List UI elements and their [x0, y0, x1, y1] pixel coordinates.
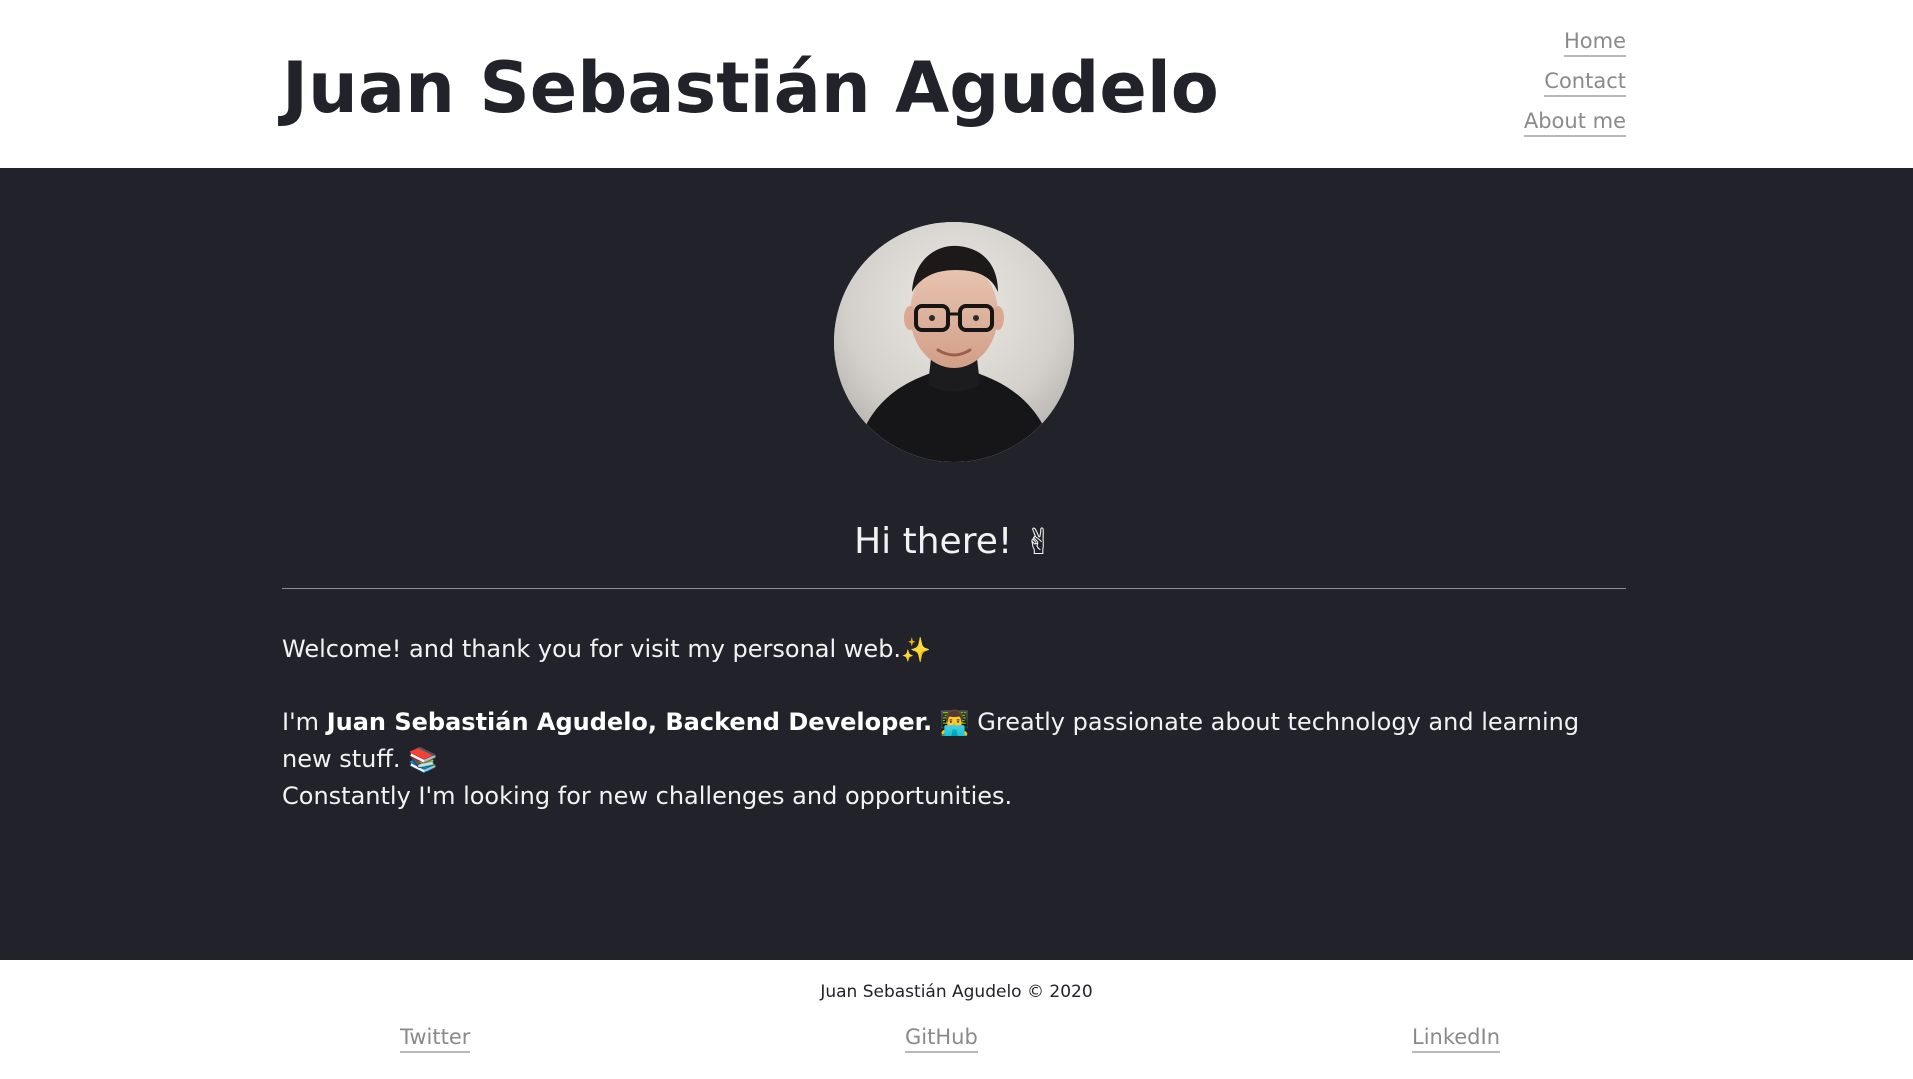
site-title: Juan Sebastián Agudelo [282, 47, 1219, 129]
bio-closing: Constantly I'm looking for new challenge… [282, 782, 1013, 810]
site-header: Juan Sebastián Agudelo Home Contact Abou… [0, 0, 1913, 168]
greeting-heading: Hi there! ✌ [282, 519, 1626, 566]
nav-contact-link[interactable]: Contact [1544, 68, 1626, 97]
books-icon: 📚 [408, 746, 439, 774]
twitter-link[interactable]: Twitter [400, 1024, 471, 1053]
sparkles-icon: ✨ [901, 636, 931, 664]
main-section: Hi there! ✌ Welcome! and thank you for v… [0, 168, 1913, 960]
copyright-text: Juan Sebastián Agudelo © 2020 [820, 982, 1093, 1002]
section-divider [282, 588, 1626, 589]
page: Juan Sebastián Agudelo Home Contact Abou… [0, 0, 1913, 1079]
nav-home-link[interactable]: Home [1563, 28, 1626, 57]
welcome-text: Welcome! and thank you for visit my pers… [282, 635, 902, 663]
victory-hand-icon: ✌ [1023, 522, 1054, 563]
profile-photo [834, 222, 1074, 462]
main-nav: Home Contact About me [1523, 28, 1626, 148]
welcome-paragraph: Welcome! and thank you for visit my pers… [282, 631, 1632, 668]
github-link[interactable]: GitHub [905, 1024, 978, 1053]
bio-paragraph: I'm Juan Sebastián Agudelo, Backend Deve… [282, 704, 1632, 778]
technologist-icon: 👨‍💻 [939, 709, 970, 737]
nav-about-link[interactable]: About me [1523, 108, 1626, 137]
greeting-text: Hi there! [854, 521, 1013, 562]
linkedin-link[interactable]: LinkedIn [1412, 1024, 1501, 1053]
bio-prefix: I'm [282, 708, 327, 736]
profile-avatar [834, 222, 1074, 462]
intro-text: Welcome! and thank you for visit my pers… [282, 631, 1632, 814]
site-footer: Juan Sebastián Agudelo © 2020 Twitter Gi… [0, 960, 1913, 1079]
bio-name: Juan Sebastián Agudelo, Backend Develope… [326, 708, 933, 736]
